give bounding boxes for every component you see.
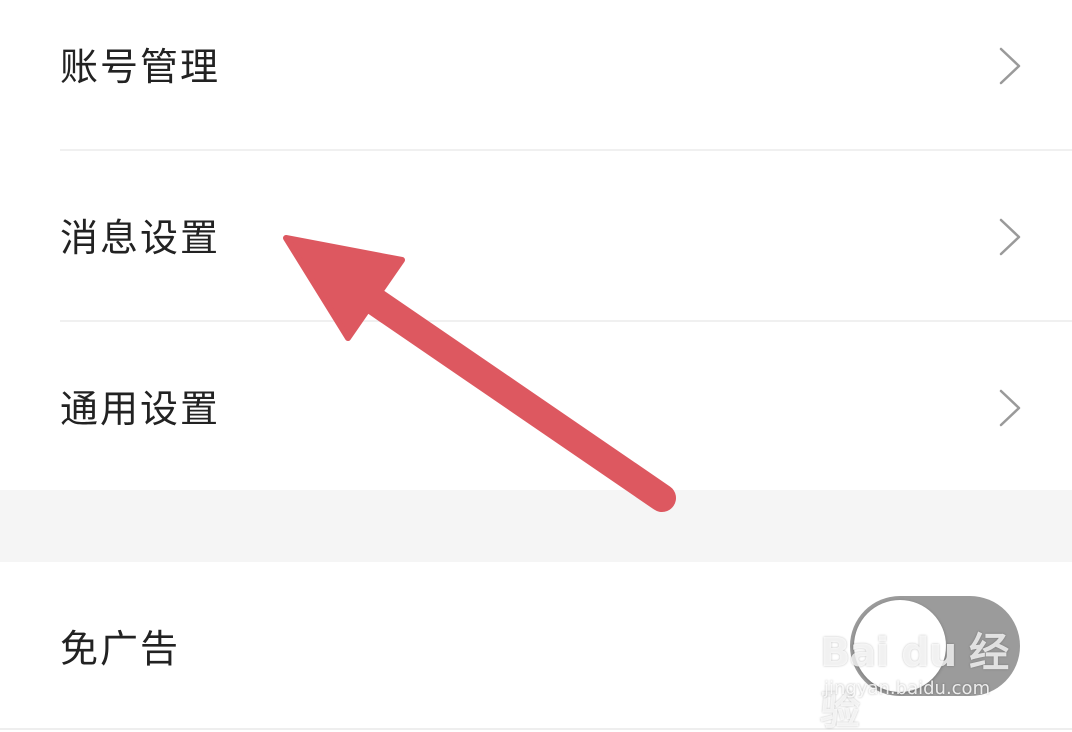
ad-free-toggle[interactable] (850, 596, 1020, 696)
chevron-right-icon (999, 218, 1021, 256)
chevron-right-icon (999, 389, 1021, 427)
section-gap (0, 490, 1072, 562)
toggle-knob[interactable] (854, 600, 946, 692)
settings-item-account[interactable]: 账号管理 (0, 0, 1072, 170)
settings-item-general[interactable]: 通用设置 (0, 322, 1072, 492)
settings-item-label: 免广告 (60, 627, 181, 671)
settings-item-label: 通用设置 (60, 387, 221, 431)
settings-item-messages[interactable]: 消息设置 (0, 151, 1072, 321)
chevron-right-icon (999, 47, 1021, 85)
settings-item-label: 账号管理 (60, 45, 221, 89)
settings-item-label: 消息设置 (60, 216, 221, 260)
divider (0, 728, 1072, 730)
settings-page: 账号管理 消息设置 通用设置 免广告 Bai du 经验 jingyan.bai… (0, 0, 1072, 732)
